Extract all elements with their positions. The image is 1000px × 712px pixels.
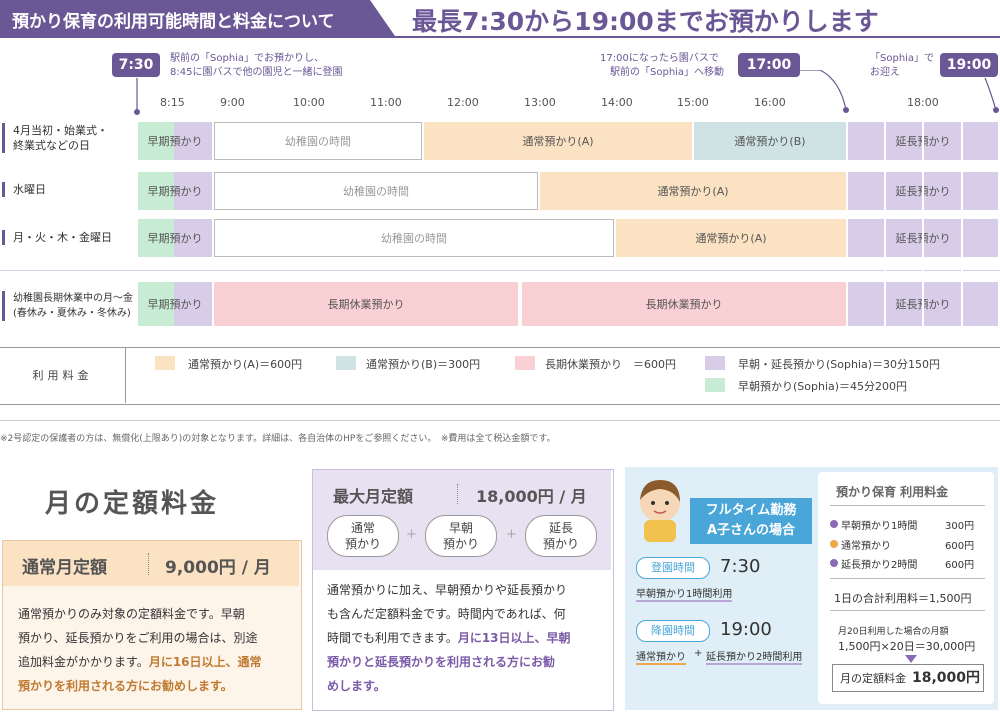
example-title-line: A子さんの場合 (706, 523, 796, 538)
tick-1100: 11:00 (370, 96, 402, 109)
pill-line: 預かり (542, 537, 579, 551)
plan-regular-description: 通常預かりのみ対象の定額料金です。早朝 預かり、延長預かりをご利用の場合は、別途… (18, 602, 298, 698)
line-early-label: 早朝預かり1時間 (841, 521, 918, 532)
legend-swatch-early (705, 378, 725, 392)
plan-separator (148, 553, 149, 575)
grid-separators (884, 118, 963, 330)
divider (830, 610, 985, 611)
plan-max-name: 最大月定額 (333, 487, 414, 506)
month-calc: 1,500円×20日＝30,000円 (838, 640, 976, 653)
plan-separator (457, 484, 458, 504)
legend-swatch-long-vacation (515, 356, 535, 370)
final-value: 18,000円 (912, 670, 981, 686)
line-extended-value: 600円 (945, 560, 975, 571)
note-bus-1: 17:00になったら園バスで (600, 53, 719, 64)
tick-1600: 16:00 (754, 96, 786, 109)
desc-highlight: 預かりを利用される方にお勧めします。 (18, 679, 233, 693)
monthly-title: 月の定額料金 (45, 489, 220, 519)
legend-swatch-regular-a (155, 356, 175, 370)
legend-regular-b: 通常預かり(B)＝300円 (366, 358, 481, 371)
pill-line: 預かり (442, 537, 479, 551)
final-label: 月の定額料金 (840, 672, 906, 685)
desc-highlight: 月に16日以上、通常 (148, 655, 262, 669)
arrive-label: 登園時間 (636, 557, 710, 579)
plus-icon: + (406, 527, 417, 542)
desc-line: 通常預かりのみ対象の定額料金です。早朝 (18, 607, 245, 621)
tick-1400: 14:00 (601, 96, 633, 109)
leave-note-extended: 延長預かり2時間利用 (706, 648, 803, 665)
legend-regular-a: 通常預かり(A)＝600円 (188, 358, 303, 371)
month-note: 月20日利用した場合の月額 (838, 627, 949, 637)
page-subtitle: 最長7:30から19:00までお預かりします (412, 7, 879, 36)
note-start-1: 駅前の「Sophia」でお預かりし、 (170, 53, 325, 64)
bullet-icon (830, 559, 838, 567)
pill-extended: 延長 預かり (525, 515, 597, 557)
price-card-title: 預かり保育 利用料金 (836, 485, 949, 499)
desc-highlight: 月に13日以上、早朝 (457, 631, 571, 645)
bullet-icon (830, 520, 838, 528)
badge-connectors (134, 70, 999, 115)
legend-early-extended: 早朝・延長預かり(Sophia)＝30分150円 (738, 358, 941, 371)
plan-max-price: 18,000円 / 月 (476, 487, 587, 506)
legend-swatch-regular-b (336, 356, 356, 370)
line-extended-label: 延長預かり2時間 (841, 560, 918, 571)
line-regular-value: 600円 (945, 541, 975, 552)
legend-early: 早朝預かり(Sophia)＝45分200円 (738, 380, 908, 393)
plus-icon: + (694, 648, 703, 659)
tick-1000: 10:00 (293, 96, 325, 109)
note-end-1: 「Sophia」で (870, 53, 935, 64)
tick-0815: 8:15 (160, 96, 185, 109)
line-early-value: 300円 (945, 521, 975, 532)
example-title: フルタイム勤務 A子さんの場合 (690, 498, 812, 544)
plan-max-description: 通常預かりに加え、早朝預かりや延長預かり も含んだ定額料金です。時間内であれば、… (327, 578, 609, 698)
leave-label: 降園時間 (636, 620, 710, 642)
desc-line: 時間でも利用できます。月に13日以上、早朝 (327, 626, 609, 650)
desc-line: 追加料金がかかります。月に16日以上、通常 (18, 650, 298, 674)
plan-regular-price: 9,000円 / 月 (165, 558, 271, 578)
daily-total: 1日の合計利用料＝1,500円 (834, 592, 972, 605)
desc-line: 通常預かりに加え、早朝預かりや延長預かり (327, 583, 568, 597)
page-title: 預かり保育の利用可能時間と料金について (12, 12, 335, 32)
pill-line: 通常 (350, 521, 375, 535)
desc-line: も含んだ定額料金です。時間内であれば、何 (327, 607, 566, 621)
desc-line: 預かり、延長預かりをご利用の場合は、別途 (18, 631, 258, 645)
bullet-icon (830, 540, 838, 548)
desc-text: 追加料金がかかります。 (18, 655, 149, 669)
arrow-down-icon (905, 655, 917, 663)
desc-highlight: 預かりと延長預かりを利用される方にお勧 (327, 655, 556, 669)
plus-icon: + (506, 527, 517, 542)
tick-0900: 9:00 (220, 96, 245, 109)
line-regular-label: 通常預かり (841, 541, 891, 552)
plan-regular-name: 通常月定額 (22, 558, 107, 578)
pill-regular: 通常 預かり (327, 515, 399, 557)
pill-early: 早朝 預かり (425, 515, 497, 557)
arrive-time: 7:30 (720, 556, 761, 577)
example-title-line: フルタイム勤務 (705, 503, 797, 518)
arrive-note: 早朝預かり1時間利用 (636, 585, 733, 602)
pill-line: 預かり (344, 537, 381, 551)
footnote: ※2号認定の保護者の方は、無償化(上限あり)の対象となります。詳細は、各自治体の… (0, 434, 556, 444)
divider (0, 420, 1000, 421)
tick-1200: 12:00 (447, 96, 479, 109)
tick-1500: 15:00 (677, 96, 709, 109)
desc-text: 時間でも利用できます。 (327, 631, 458, 645)
tick-1800: 18:00 (907, 96, 939, 109)
legend-long-vacation: 長期休業預かり ＝600円 (545, 358, 676, 371)
leave-note-regular: 通常預かり (636, 648, 686, 665)
divider (830, 578, 985, 579)
divider (830, 505, 985, 506)
pill-line: 早朝 (448, 521, 473, 535)
legend-title: 利用料金 (0, 347, 126, 403)
pill-line: 延長 (548, 521, 573, 535)
tick-1300: 13:00 (524, 96, 556, 109)
person-avatar-icon (640, 480, 680, 542)
desc-highlight: めします。 (327, 679, 386, 693)
leave-time: 19:00 (720, 619, 772, 640)
legend-swatch-early-extended (705, 356, 725, 370)
